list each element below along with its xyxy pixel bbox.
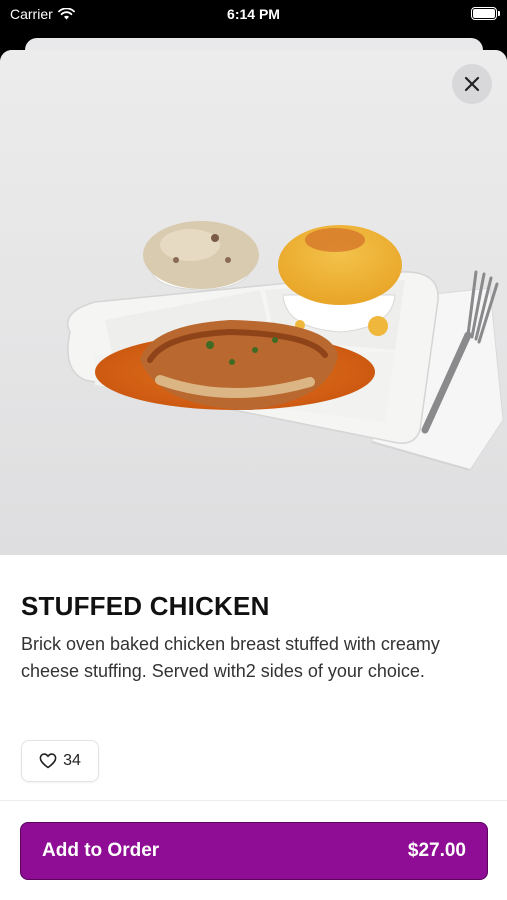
item-description: Brick oven baked chicken breast stuffed … xyxy=(21,634,440,681)
add-to-order-button[interactable]: Add to Order $27.00 xyxy=(20,822,488,880)
heart-icon xyxy=(39,753,57,769)
order-price: $27.00 xyxy=(407,840,466,861)
status-time: 6:14 PM xyxy=(227,6,280,22)
close-button[interactable] xyxy=(452,64,492,104)
food-plate-illustration xyxy=(67,221,504,471)
divider xyxy=(0,800,507,801)
close-icon xyxy=(464,76,480,92)
status-bar: Carrier 6:14 PM xyxy=(0,0,507,30)
item-detail-sheet: STUFFED CHICKEN Brick oven baked chicken… xyxy=(0,50,507,900)
like-button[interactable]: 34 xyxy=(21,740,99,782)
item-photo xyxy=(0,50,507,555)
battery-icon xyxy=(471,7,500,20)
add-to-order-label: Add to Order xyxy=(42,840,160,861)
item-title: STUFFED CHICKEN xyxy=(21,591,270,621)
like-count: 34 xyxy=(63,752,81,769)
